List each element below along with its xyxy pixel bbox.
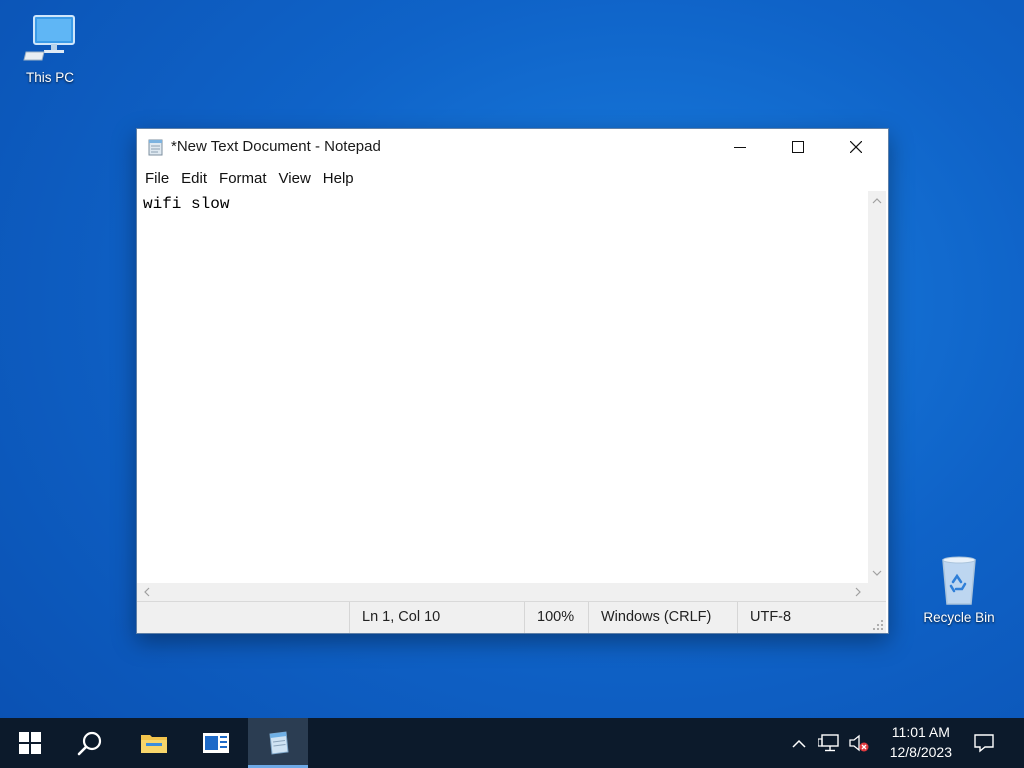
menu-bar: File Edit Format View Help <box>137 165 888 191</box>
close-icon <box>850 141 862 153</box>
close-button[interactable] <box>827 129 885 165</box>
desktop-icon-recycle-bin[interactable]: Recycle Bin <box>914 552 1004 625</box>
file-explorer-icon <box>141 735 167 753</box>
notepad-icon <box>269 731 289 755</box>
news-icon <box>203 733 229 753</box>
search-icon <box>77 731 102 756</box>
start-icon <box>19 732 41 754</box>
maximize-button[interactable] <box>769 129 827 165</box>
computer-icon <box>22 12 78 68</box>
minimize-icon <box>734 146 746 148</box>
volume-muted-icon <box>849 734 869 752</box>
chevron-up-icon <box>792 739 806 748</box>
notification-icon <box>974 734 994 753</box>
desktop-icon-label: Recycle Bin <box>923 610 995 625</box>
window-title: *New Text Document - Notepad <box>171 138 381 155</box>
minimize-button[interactable] <box>711 129 769 165</box>
menu-edit[interactable]: Edit <box>175 170 213 187</box>
title-bar[interactable]: *New Text Document - Notepad <box>137 129 888 165</box>
search-button[interactable] <box>60 718 120 768</box>
status-bar: Ln 1, Col 10 100% Windows (CRLF) UTF-8 <box>137 601 886 633</box>
notepad-taskbar-button[interactable] <box>248 718 308 768</box>
horizontal-scrollbar[interactable] <box>137 583 868 601</box>
start-button[interactable] <box>0 718 60 768</box>
menu-help[interactable]: Help <box>317 170 360 187</box>
maximize-icon <box>792 141 804 153</box>
menu-format[interactable]: Format <box>213 170 273 187</box>
taskbar: 11:01 AM 12/8/2023 <box>0 718 1024 768</box>
desktop-icon-label: This PC <box>25 70 74 85</box>
network-button[interactable] <box>814 718 844 768</box>
network-icon <box>818 734 839 752</box>
menu-view[interactable]: View <box>273 170 317 187</box>
scroll-right-icon[interactable] <box>854 587 862 597</box>
notepad-icon <box>147 138 165 156</box>
notepad-window: *New Text Document - Notepad File Edit F… <box>136 128 889 634</box>
scroll-up-icon[interactable] <box>872 197 882 205</box>
menu-file[interactable]: File <box>139 170 175 187</box>
resize-grip-icon[interactable] <box>872 619 884 631</box>
clock-time: 11:01 AM <box>891 724 950 740</box>
scroll-down-icon[interactable] <box>872 569 882 577</box>
text-editor[interactable]: wifi slow <box>137 191 868 583</box>
show-hidden-icons-button[interactable] <box>786 718 812 768</box>
volume-button[interactable] <box>846 718 872 768</box>
status-encoding: UTF-8 <box>737 602 865 633</box>
vertical-scrollbar[interactable] <box>868 191 886 583</box>
status-position: Ln 1, Col 10 <box>349 602 524 633</box>
file-explorer-button[interactable] <box>124 718 184 768</box>
scroll-left-icon[interactable] <box>143 587 151 597</box>
status-zoom: 100% <box>524 602 588 633</box>
scrollbar-corner <box>868 583 886 601</box>
status-line-ending: Windows (CRLF) <box>588 602 737 633</box>
news-button[interactable] <box>186 718 246 768</box>
desktop-icon-this-pc[interactable]: This PC <box>5 12 95 85</box>
recycle-bin-icon <box>931 552 987 608</box>
clock[interactable]: 11:01 AM 12/8/2023 <box>890 722 952 762</box>
clock-date: 12/8/2023 <box>889 744 952 760</box>
action-center-button[interactable] <box>962 718 1006 768</box>
